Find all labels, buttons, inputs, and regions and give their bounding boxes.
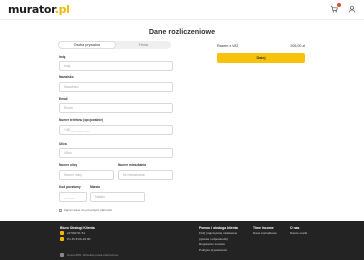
- clock-icon: [60, 236, 64, 241]
- footer-link-privacy[interactable]: Polityka prywatności: [199, 248, 238, 253]
- last-name-label: Nazwisko: [59, 75, 74, 79]
- order-summary: Razem z VAT 205,00 zł Dalej: [217, 44, 305, 63]
- house-number-label: Numer ulicy: [59, 163, 78, 167]
- city-field[interactable]: Miasto: [90, 192, 145, 202]
- footer-col-help: Pomoc i obsługa klienta FAQ (najczęściej…: [199, 226, 238, 253]
- email-label: Email: [59, 97, 68, 101]
- flat-number-field[interactable]: Nr mieszkania: [118, 170, 173, 180]
- cart-icon[interactable]: [330, 3, 341, 13]
- footer-legal: Grupa ZPR. Wszelkie prawa zastrzeżone: [60, 253, 118, 257]
- user-icon[interactable]: [348, 5, 356, 13]
- footer-legal-text: Grupa ZPR. Wszelkie prawa zastrzeżone: [67, 253, 119, 257]
- city-label: Miasto: [90, 185, 101, 189]
- footer-col-support: Biuro Obsługi Klienta 22 590 51 51 Pn-Pt…: [60, 226, 95, 242]
- consent-checkbox[interactable]: [59, 208, 62, 212]
- first-name-label: Imię: [59, 55, 66, 59]
- footer-link-contact[interactable]: Dane kontaktowe: [253, 231, 277, 236]
- phone-icon: [60, 231, 64, 236]
- next-button[interactable]: Dalej: [217, 53, 305, 63]
- street-label: Ulica: [59, 142, 67, 146]
- logo-main: murator: [8, 3, 55, 16]
- footer-phone[interactable]: 22 590 51 51: [67, 231, 85, 235]
- house-number-field[interactable]: Numer ulicy: [59, 170, 114, 180]
- last-name-field[interactable]: Nazwisko: [59, 82, 173, 92]
- save-data-consent[interactable]: Zapisz dane do przyszłych płatności: [59, 208, 112, 212]
- top-bar: murator.pl: [0, 0, 364, 20]
- footer-col-company: Time Income Dane kontaktowe: [253, 226, 277, 237]
- summary-amount: 205,00 zł: [290, 44, 305, 48]
- footer-col-about: O nas Nasze marki: [290, 226, 307, 237]
- flat-number-label: Numer mieszkania: [118, 163, 146, 167]
- tab-company[interactable]: Firma: [116, 41, 172, 49]
- footer: Biuro Obsługi Klienta 22 590 51 51 Pn-Pt…: [0, 221, 364, 260]
- header-icons: [330, 3, 356, 13]
- murator-logo[interactable]: murator.pl: [8, 3, 70, 16]
- tab-private-person[interactable]: Osoba prywatna: [58, 41, 116, 49]
- copyright-icon: [60, 253, 64, 257]
- logo-tld: .pl: [54, 3, 70, 16]
- email-field[interactable]: Email: [59, 103, 173, 113]
- summary-label: Razem z VAT: [217, 44, 239, 48]
- customer-type-tabs: Osoba prywatna Firma: [58, 41, 171, 49]
- postcode-field[interactable]: __-___: [59, 192, 87, 202]
- street-field[interactable]: Ulica: [59, 148, 173, 158]
- phone-field[interactable]: +48 ___ ___ ___: [59, 125, 173, 135]
- postcode-label: Kod pocztowy: [59, 185, 81, 189]
- footer-link-brands[interactable]: Nasze marki: [290, 231, 307, 236]
- page-title: Dane rozliczeniowe: [148, 27, 216, 36]
- summary-row: Razem z VAT 205,00 zł: [217, 44, 305, 48]
- consent-text: Zapisz dane do przyszłych płatności: [64, 208, 113, 212]
- footer-hours: Pn-Pt 8:00-16:00: [67, 236, 91, 241]
- first-name-field[interactable]: Imię: [59, 61, 173, 71]
- phone-label: Numer telefonu (opcjonalnie): [59, 118, 104, 122]
- cart-badge: [337, 3, 341, 7]
